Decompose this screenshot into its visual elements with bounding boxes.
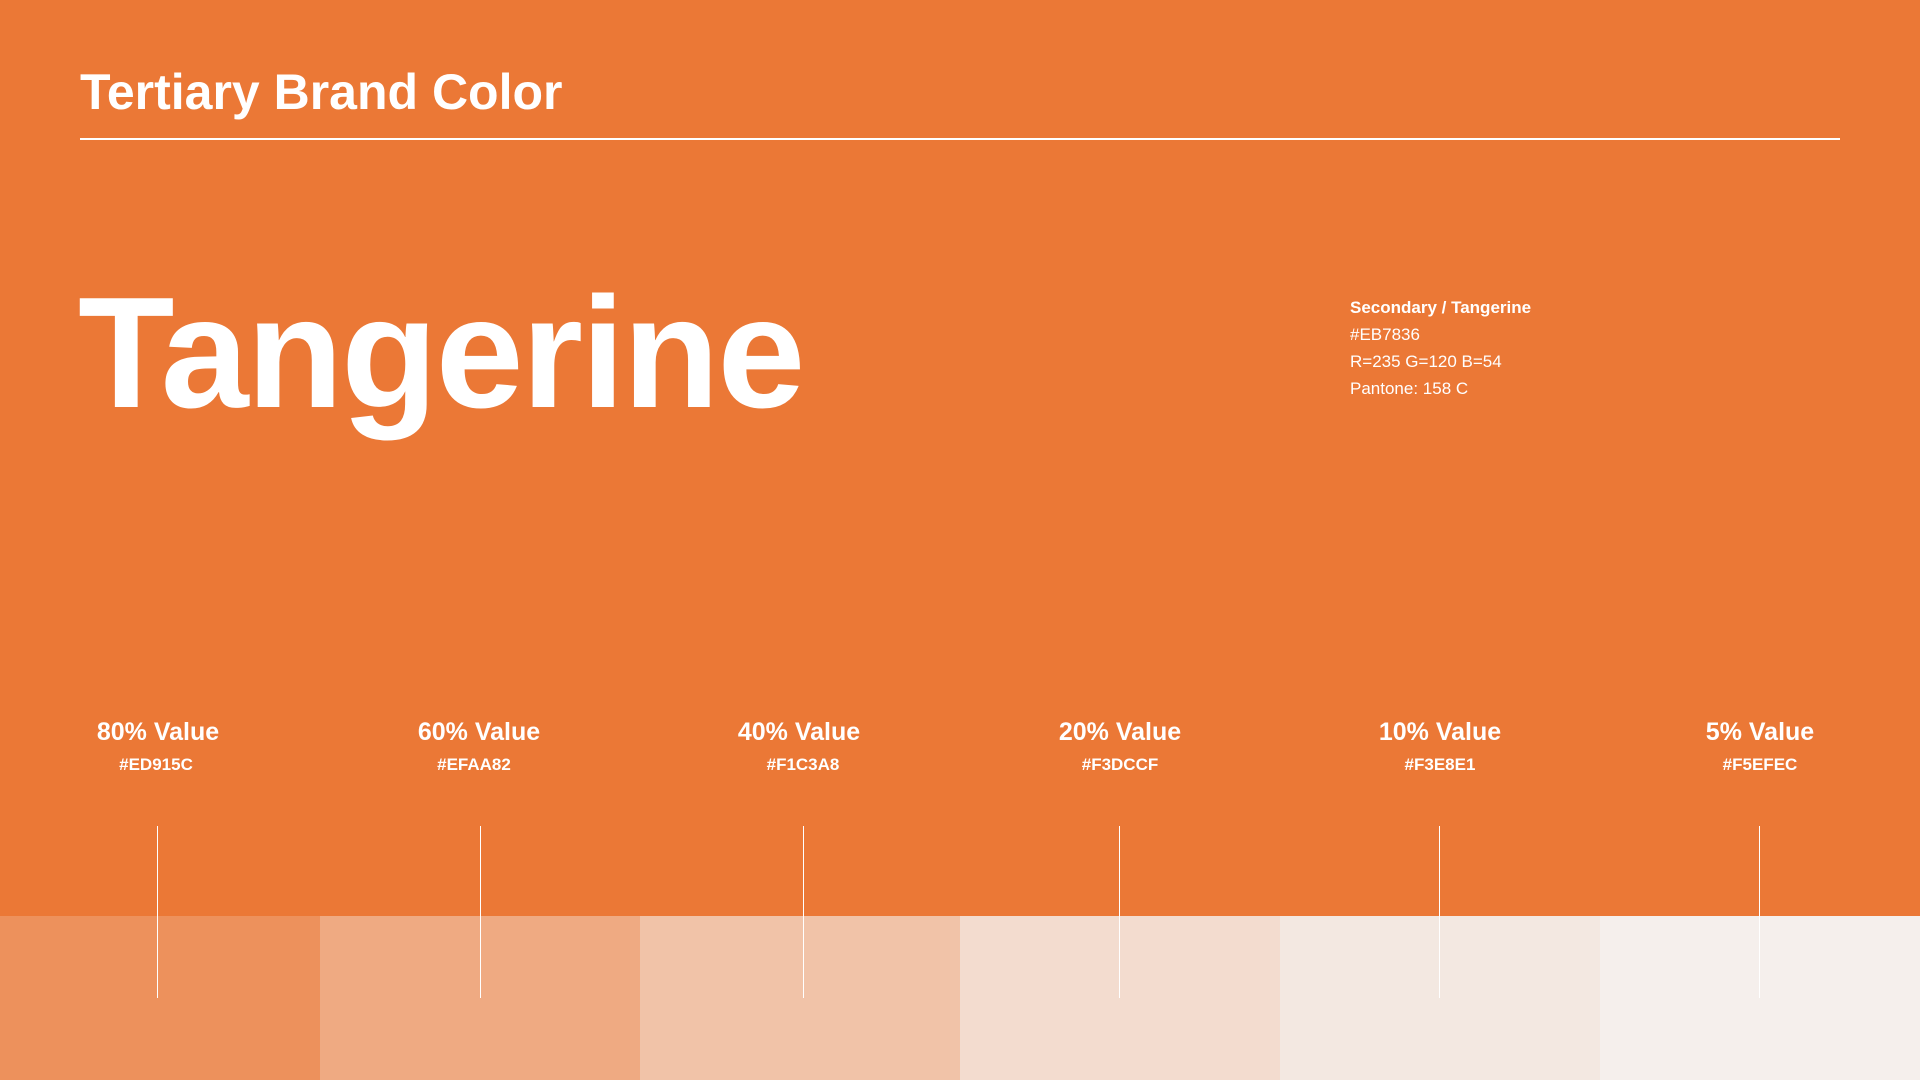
tint-hex: #F3E8E1 — [1404, 755, 1476, 774]
tint-label: 5% Value — [1705, 718, 1815, 746]
tint-hex: #F3DCCF — [1081, 755, 1159, 774]
tint-leader-line — [1759, 826, 1760, 998]
tint-hex: #ED915C — [119, 755, 193, 774]
tint-hex: #F1C3A8 — [766, 755, 840, 774]
tint-20: 20% Value #F3DCCF — [960, 0, 1280, 1080]
tint-label: 20% Value — [1058, 718, 1182, 746]
tint-5: 5% Value #F5EFEC — [1600, 0, 1920, 1080]
tint-leader-line — [1119, 826, 1120, 998]
tint-leader-line — [803, 826, 804, 998]
tint-swatch — [640, 916, 960, 1080]
tint-60: 60% Value #EFAA82 — [320, 0, 640, 1080]
tint-leader-line — [480, 826, 481, 998]
tint-hex: #EFAA82 — [437, 755, 511, 774]
tint-label: 60% Value — [417, 718, 541, 746]
tint-swatch — [1280, 916, 1600, 1080]
tint-swatch — [1600, 916, 1920, 1080]
tint-40: 40% Value #F1C3A8 — [640, 0, 960, 1080]
tint-80: 80% Value #ED915C — [0, 0, 320, 1080]
tint-swatch — [960, 916, 1280, 1080]
tint-leader-line — [157, 826, 158, 998]
tint-label: 10% Value — [1378, 718, 1502, 746]
tint-label: 80% Value — [96, 718, 220, 746]
tint-10: 10% Value #F3E8E1 — [1280, 0, 1600, 1080]
tint-label: 40% Value — [737, 718, 861, 746]
tint-hex: #F5EFEC — [1722, 755, 1798, 774]
tint-leader-line — [1439, 826, 1440, 998]
tint-swatch — [0, 916, 320, 1080]
